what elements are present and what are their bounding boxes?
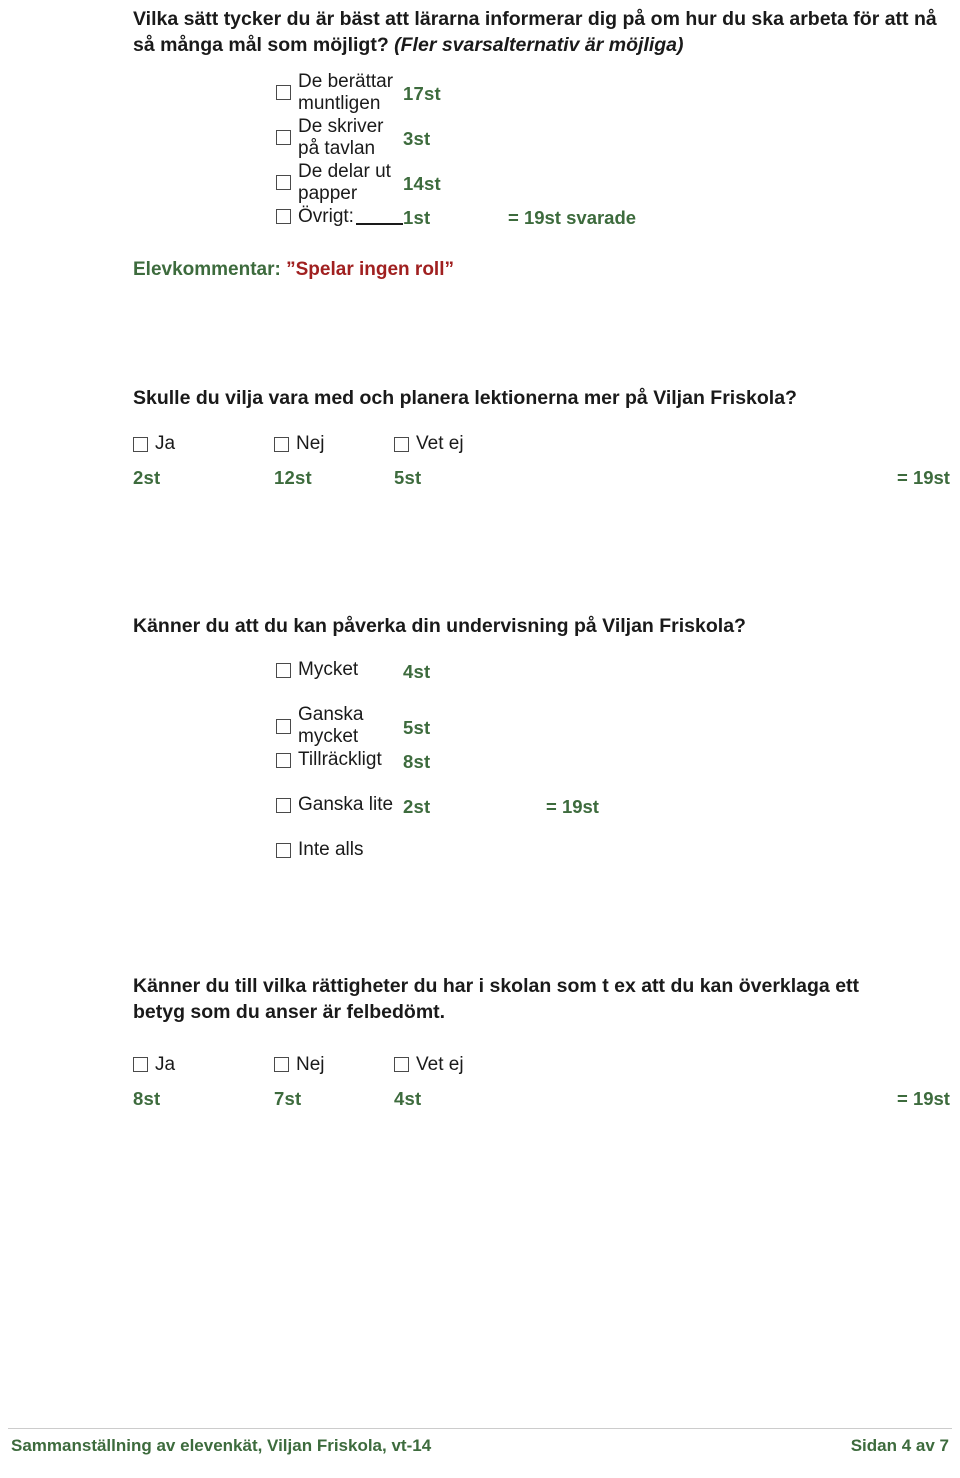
option-row: Ganska mycket 5st (133, 704, 960, 749)
option-row: Tillräckligt 8st (133, 749, 960, 794)
option-count: 4st (394, 1087, 422, 1109)
checkbox-icon[interactable] (394, 436, 409, 452)
question-3-options: Mycket 4st Ganska mycket 5st Tillräcklig… (133, 659, 960, 884)
option-count: 2st (133, 467, 161, 489)
option-row: Inte alls (133, 839, 960, 884)
checkbox-icon[interactable] (133, 436, 148, 452)
option-row: Ganska lite 2st = 19st (133, 794, 960, 839)
question-4-title: Känner du till vilka rättigheter du har … (133, 975, 860, 1024)
option-label: De skriver på tavlan (298, 115, 384, 159)
checkbox-icon[interactable] (274, 1057, 289, 1073)
option-cell[interactable]: Nej (274, 433, 394, 455)
checkbox-icon[interactable] (276, 662, 291, 678)
checkbox-icon[interactable] (276, 752, 291, 768)
option-count: 2st (403, 795, 431, 817)
question-4-options: Ja Nej Vet ej (133, 1054, 960, 1076)
checkbox-icon[interactable] (276, 718, 291, 734)
document-page: Vilka sätt tycker du är bäst att lärarna… (0, 0, 960, 1478)
question-1-options: De berättar muntligen 17st De skriver på… (133, 71, 960, 251)
option-row: Mycket 4st (133, 659, 960, 704)
option-row: De skriver på tavlan 3st (133, 116, 960, 161)
question-1-title-note: (Fler svarsalternativ är möjliga) (394, 34, 684, 57)
checkbox-icon[interactable] (276, 797, 291, 813)
option-count: 1st (403, 207, 431, 229)
option-cell[interactable]: De berättar muntligen (133, 71, 403, 115)
option-count: 5st (394, 467, 422, 489)
other-write-in-line[interactable] (355, 209, 403, 225)
option-cell[interactable]: Nej (274, 1054, 394, 1076)
checkbox-icon[interactable] (274, 436, 289, 452)
option-count: 8st (133, 1087, 161, 1109)
student-comment: Elevkommentar: ”Spelar ingen roll” (133, 259, 960, 281)
student-comment-value: ”Spelar ingen roll” (286, 258, 454, 280)
question-4-total: = 19st (897, 1087, 950, 1109)
option-cell[interactable]: Ja (133, 433, 274, 455)
footer-page-number: Sidan 4 av 7 (850, 1436, 949, 1455)
option-label: Ja (155, 1053, 176, 1075)
question-3-total: = 19st (546, 795, 599, 817)
option-row: De delar ut papper 14st (133, 161, 960, 206)
question-3-title: Känner du att du kan påverka din undervi… (133, 615, 746, 637)
option-count: 4st (403, 660, 431, 682)
question-2-counts: 2st 12st 5st = 19st (133, 467, 960, 489)
option-row: Övrigt: 1st = 19st svarade (133, 206, 960, 251)
option-cell[interactable]: Vet ej (394, 1054, 514, 1076)
option-cell[interactable]: Mycket (133, 659, 403, 681)
question-2-options: Ja Nej Vet ej (133, 433, 960, 455)
option-cell[interactable]: De skriver på tavlan (133, 116, 403, 160)
option-label: De berättar muntligen (298, 70, 394, 114)
student-comment-label: Elevkommentar: (133, 258, 281, 280)
option-cell[interactable]: De delar ut papper (133, 161, 403, 205)
question-block-2: Skulle du vilja vara med och planera lek… (133, 385, 960, 489)
question-1-total: = 19st svarade (508, 207, 637, 229)
question-4-counts: 8st 7st 4st = 19st (133, 1088, 960, 1110)
checkbox-icon[interactable] (133, 1057, 148, 1073)
option-cell[interactable]: Ja (133, 1054, 274, 1076)
option-cell[interactable]: Vet ej (394, 433, 514, 455)
option-cell[interactable]: Ganska lite (133, 794, 403, 816)
checkbox-icon[interactable] (276, 85, 291, 101)
page-footer: Sammanställning av elevenkät, Viljan Fri… (0, 1428, 960, 1456)
option-label: Nej (296, 1053, 325, 1075)
checkbox-icon[interactable] (394, 1057, 409, 1073)
footer-divider (8, 1428, 952, 1429)
option-cell[interactable]: Ganska mycket (133, 704, 403, 748)
option-cell[interactable]: Inte alls (133, 839, 403, 861)
option-count: 3st (403, 128, 431, 150)
option-row: De berättar muntligen 17st (133, 71, 960, 116)
option-label: De delar ut papper (298, 160, 391, 204)
option-count: 17st (403, 83, 441, 105)
checkbox-icon[interactable] (276, 842, 291, 858)
option-label: Nej (296, 433, 325, 455)
option-label: Övrigt: (298, 205, 354, 227)
option-count: 8st (403, 750, 431, 772)
question-block-4: Känner du till vilka rättigheter du har … (133, 973, 960, 1110)
option-label: Inte alls (298, 839, 364, 861)
option-label: Ganska lite (298, 794, 394, 816)
checkbox-icon[interactable] (276, 209, 291, 225)
question-block-1: Vilka sätt tycker du är bäst att lärarna… (133, 6, 960, 281)
question-2-total: = 19st (897, 467, 950, 489)
option-count: 7st (274, 1087, 302, 1109)
option-count: 12st (274, 467, 312, 489)
option-label: Vet ej (416, 433, 464, 455)
option-label: Mycket (298, 659, 359, 681)
option-cell[interactable]: Övrigt: (133, 206, 403, 228)
question-block-3: Känner du att du kan påverka din undervi… (133, 613, 960, 884)
question-1-title: Vilka sätt tycker du är bäst att lärarna… (133, 6, 960, 59)
checkbox-icon[interactable] (276, 175, 291, 191)
footer-left-text: Sammanställning av elevenkät, Viljan Fri… (11, 1436, 432, 1455)
option-cell[interactable]: Tillräckligt (133, 749, 403, 771)
option-label: Ja (155, 433, 176, 455)
option-label: Tillräckligt (298, 749, 382, 771)
question-2-title: Skulle du vilja vara med och planera lek… (133, 387, 797, 409)
option-count: 14st (403, 173, 441, 195)
option-label: Vet ej (416, 1053, 464, 1075)
checkbox-icon[interactable] (276, 130, 291, 146)
option-label: Ganska mycket (298, 704, 364, 748)
option-count: 5st (403, 716, 431, 738)
